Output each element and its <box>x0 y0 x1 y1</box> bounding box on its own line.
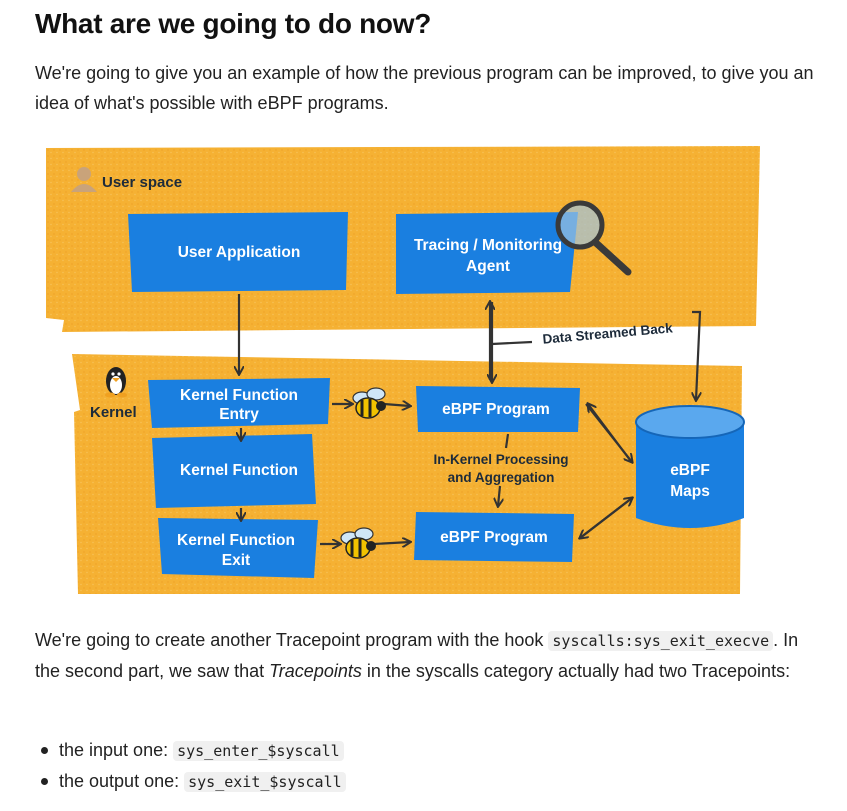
kf-exit-text-2: Exit <box>222 552 250 569</box>
kf-exit-text-1: Kernel Function <box>177 532 295 549</box>
tracing-agent-text-1: Tracing / Monitoring <box>414 237 562 254</box>
list-item-code: sys_enter_$syscall <box>173 741 344 761</box>
after-text-3: in the syscalls category actually had tw… <box>361 661 791 681</box>
list-item: the input one: sys_enter_$syscall <box>35 735 346 766</box>
kernel-label: Kernel <box>90 404 137 421</box>
processing-text-1: In-Kernel Processing <box>433 452 568 467</box>
tracepoint-paragraph: We're going to create another Tracepoint… <box>35 625 825 686</box>
list-item-code: sys_exit_$syscall <box>184 772 346 792</box>
tracepoint-list: the input one: sys_enter_$syscall the ou… <box>35 735 346 797</box>
ebpf-architecture-diagram: User space Kernel User Application Traci… <box>40 142 762 602</box>
ebpf-program-top-text: eBPF Program <box>442 401 550 418</box>
hook-code: syscalls:sys_exit_execve <box>548 631 774 651</box>
intro-paragraph: We're going to give you an example of ho… <box>35 63 814 113</box>
after-text-1: We're going to create another Tracepoint… <box>35 630 549 650</box>
tracepoints-emphasis: Tracepoints <box>269 661 362 681</box>
ebpf-program-bottom-text: eBPF Program <box>440 529 548 546</box>
ebpf-maps-text-1: eBPF <box>670 462 710 479</box>
kf-entry-text-1: Kernel Function <box>180 387 298 404</box>
ebpf-maps-text-2: Maps <box>670 483 710 500</box>
kf-text: Kernel Function <box>180 462 298 479</box>
list-item-text: the input one: <box>59 740 174 760</box>
page-title: What are we going to do now? <box>35 8 432 39</box>
list-item: the output one: sys_exit_$syscall <box>35 766 346 797</box>
kf-entry-text-2: Entry <box>219 406 259 423</box>
list-item-text: the output one: <box>59 771 185 791</box>
user-application-text: User Application <box>178 244 301 261</box>
processing-text-2: and Aggregation <box>448 470 555 485</box>
tracing-agent-text-2: Agent <box>466 258 510 275</box>
user-space-label: User space <box>102 174 182 191</box>
arrow-streamed-connector <box>491 340 533 346</box>
